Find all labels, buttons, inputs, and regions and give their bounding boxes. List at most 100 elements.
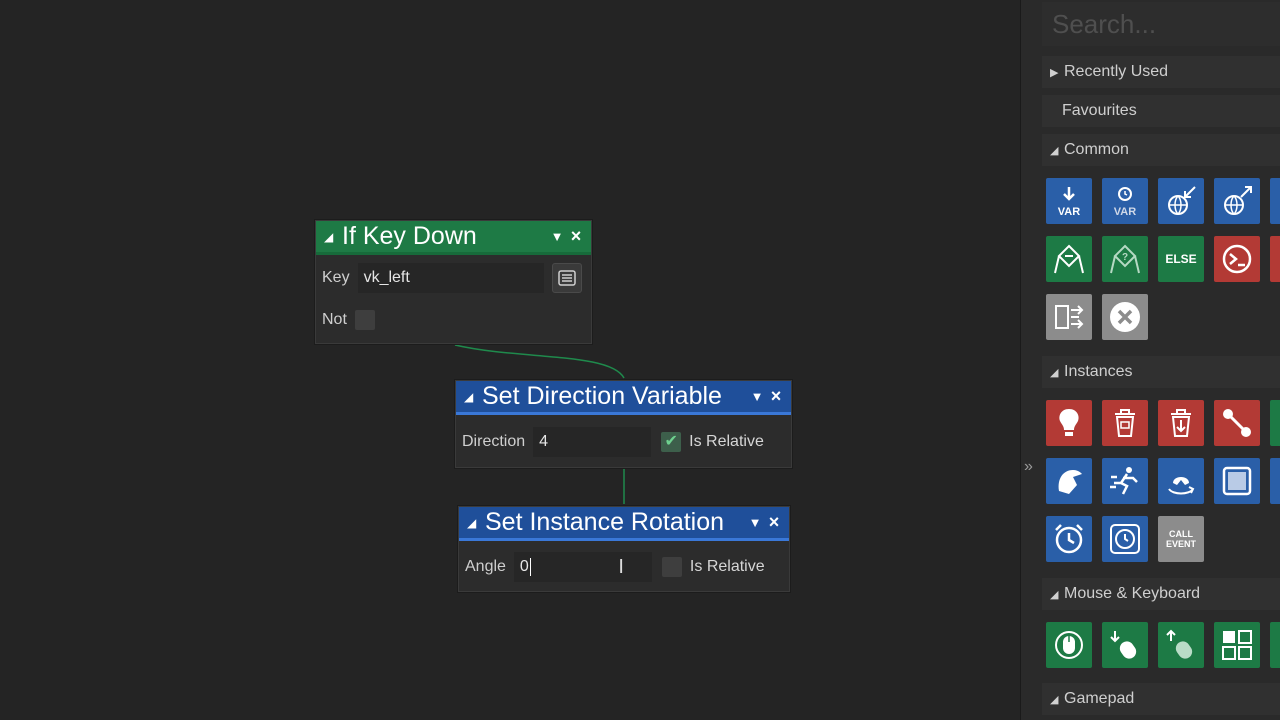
collapse-triangle-icon: ◢ bbox=[1050, 588, 1059, 601]
is-relative-checkbox[interactable] bbox=[661, 557, 682, 577]
node-connections bbox=[454, 344, 625, 504]
function-call-tile[interactable] bbox=[1046, 294, 1092, 340]
partial-tile[interactable] bbox=[1270, 236, 1280, 282]
section-gamepad[interactable]: ◢ Gamepad bbox=[1042, 683, 1280, 715]
assign-variable-tile[interactable]: VAR bbox=[1046, 178, 1092, 224]
node-close-icon[interactable]: × bbox=[765, 512, 783, 533]
instance-image-tile[interactable] bbox=[1214, 458, 1260, 504]
node-menu-dropdown-icon[interactable]: ▼ bbox=[547, 229, 567, 244]
partial-tile[interactable] bbox=[1270, 178, 1280, 224]
set-instance-variable-tile[interactable] bbox=[1214, 178, 1260, 224]
node-title: If Key Down bbox=[342, 222, 477, 250]
node-close-icon[interactable]: × bbox=[767, 386, 785, 407]
var-clock-icon: VAR bbox=[1114, 187, 1136, 218]
svg-text:VAR: VAR bbox=[1114, 206, 1136, 218]
helmet-arrow-icon bbox=[1058, 470, 1082, 494]
lightbulb-icon bbox=[1059, 409, 1079, 436]
grid-icon bbox=[1222, 630, 1252, 660]
execute-code-tile[interactable] bbox=[1214, 236, 1260, 282]
key-picker-button[interactable] bbox=[551, 263, 582, 293]
section-label: Mouse & Keyboard bbox=[1064, 585, 1201, 602]
direction-field[interactable]: 4 bbox=[533, 427, 652, 457]
mouse-pressed-tile[interactable] bbox=[1102, 622, 1148, 668]
set-rotation-header[interactable]: ◢ Set Instance Rotation ▼ × bbox=[459, 507, 789, 541]
set-alarm-tile[interactable] bbox=[1046, 516, 1092, 562]
section-label: Common bbox=[1064, 141, 1129, 158]
get-alarm-tile[interactable] bbox=[1102, 516, 1148, 562]
destroy-instance-tile[interactable] bbox=[1102, 400, 1148, 446]
section-common[interactable]: ◢ Common bbox=[1042, 134, 1280, 166]
create-instance-tile[interactable] bbox=[1046, 400, 1092, 446]
keyboard-icon bbox=[557, 270, 576, 286]
change-instance-tile[interactable] bbox=[1214, 400, 1260, 446]
common-row-2: ? ELSE bbox=[1046, 236, 1280, 282]
call-event-tile[interactable]: CALL EVENT bbox=[1158, 516, 1204, 562]
is-relative-label: Is Relative bbox=[689, 433, 764, 450]
get-instance-variable-tile[interactable] bbox=[1158, 178, 1204, 224]
search-box[interactable] bbox=[1042, 2, 1280, 46]
partial-tile[interactable] bbox=[1270, 400, 1280, 446]
running-figure-icon bbox=[1110, 467, 1138, 495]
mouse-ring-icon bbox=[1055, 631, 1083, 659]
globe-arrow-in-icon bbox=[1168, 186, 1196, 215]
terminal-icon bbox=[1222, 244, 1252, 274]
search-input[interactable] bbox=[1052, 8, 1280, 40]
var-assign-icon: VAR bbox=[1058, 187, 1080, 218]
text-caret bbox=[529, 558, 531, 576]
set-instance-rotation-tile[interactable] bbox=[1158, 458, 1204, 504]
globe-arrow-out-icon bbox=[1224, 186, 1252, 215]
if-key-down-header[interactable]: ◢ If Key Down ▼ × bbox=[316, 221, 591, 255]
not-checkbox[interactable] bbox=[354, 310, 375, 330]
section-mouse-keyboard[interactable]: ◢ Mouse & Keyboard bbox=[1042, 578, 1280, 610]
not-label: Not bbox=[322, 311, 347, 328]
svg-text:?: ? bbox=[1122, 252, 1128, 263]
else-tile[interactable]: ELSE bbox=[1158, 236, 1204, 282]
node-menu-dropdown-icon[interactable]: ▼ bbox=[745, 515, 765, 530]
jump-to-point-tile[interactable] bbox=[1046, 458, 1092, 504]
call-label: CALL bbox=[1168, 529, 1193, 539]
collapse-triangle-icon: ◢ bbox=[1050, 693, 1059, 706]
partial-tile[interactable] bbox=[1270, 622, 1280, 668]
collapse-triangle-icon: ◢ bbox=[1050, 144, 1059, 157]
if-expression-tile[interactable]: ? bbox=[1102, 236, 1148, 282]
set-rotation-node[interactable]: ◢ Set Instance Rotation ▼ × Angle 0 I Is… bbox=[458, 506, 790, 592]
mouse-released-tile[interactable] bbox=[1158, 622, 1204, 668]
collapse-icon[interactable]: ◢ bbox=[324, 230, 336, 244]
instances-row-3: CALL EVENT bbox=[1046, 516, 1204, 562]
collapse-triangle-icon: ◢ bbox=[1050, 366, 1059, 379]
is-relative-checkbox[interactable]: ✔ bbox=[661, 432, 682, 452]
key-label: Key bbox=[322, 269, 350, 286]
direction-value: 4 bbox=[539, 433, 549, 450]
section-recently-used[interactable]: ▶ Recently Used bbox=[1042, 56, 1280, 88]
jump-to-start-tile[interactable] bbox=[1102, 458, 1148, 504]
mouse-event-tile[interactable] bbox=[1046, 622, 1092, 668]
temp-variable-tile[interactable]: VAR bbox=[1102, 178, 1148, 224]
node-title: Set Direction Variable bbox=[482, 382, 722, 410]
exit-event-tile[interactable] bbox=[1102, 294, 1148, 340]
node-close-icon[interactable]: × bbox=[567, 226, 585, 247]
mouse-up-icon bbox=[1166, 629, 1193, 659]
angle-input[interactable]: 0 I bbox=[513, 552, 652, 582]
section-instances[interactable]: ◢ Instances bbox=[1042, 356, 1280, 388]
keyboard-grid-tile[interactable] bbox=[1214, 622, 1260, 668]
section-label: Gamepad bbox=[1064, 690, 1135, 707]
is-relative-label: Is Relative bbox=[689, 558, 765, 575]
partial-tile[interactable] bbox=[1270, 458, 1280, 504]
section-favourites[interactable]: Favourites bbox=[1042, 95, 1280, 127]
frame-gradient-icon bbox=[1222, 466, 1252, 496]
if-key-down-node[interactable]: ◢ If Key Down ▼ × Key vk_left Not bbox=[315, 220, 592, 344]
expand-panel-icon[interactable]: » bbox=[1024, 458, 1033, 476]
collapse-icon[interactable]: ◢ bbox=[464, 390, 476, 404]
set-direction-node[interactable]: ◢ Set Direction Variable ▼ × Direction 4… bbox=[455, 380, 792, 468]
action-canvas[interactable]: ◢ If Key Down ▼ × Key vk_left Not ◢ Set … bbox=[0, 0, 1020, 720]
collapse-icon[interactable]: ◢ bbox=[467, 516, 479, 530]
branch-question-icon: ? bbox=[1110, 244, 1140, 274]
set-direction-header[interactable]: ◢ Set Direction Variable ▼ × bbox=[456, 381, 791, 415]
node-menu-dropdown-icon[interactable]: ▼ bbox=[747, 389, 767, 404]
node-title: Set Instance Rotation bbox=[485, 508, 725, 536]
key-field[interactable]: vk_left bbox=[357, 263, 544, 293]
key-value: vk_left bbox=[363, 269, 410, 286]
mouse-down-icon bbox=[1110, 631, 1137, 659]
destroy-at-position-tile[interactable] bbox=[1158, 400, 1204, 446]
if-variable-tile[interactable] bbox=[1046, 236, 1092, 282]
